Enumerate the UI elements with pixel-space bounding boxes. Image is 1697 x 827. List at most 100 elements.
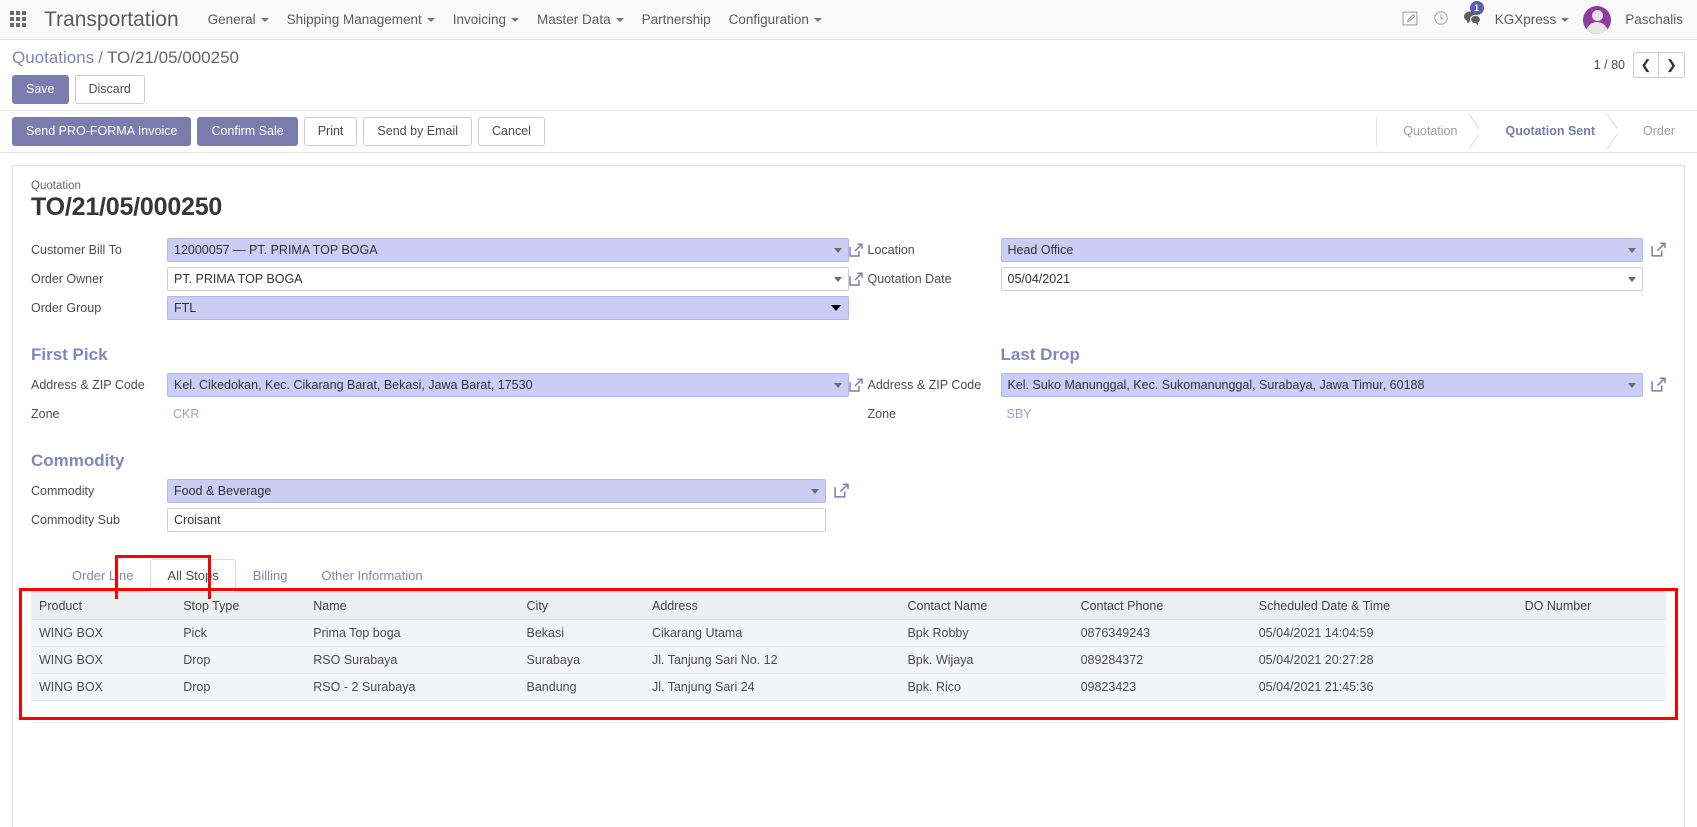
last-drop-section: Last Drop Address & ZIP Code Kel. Suko M… xyxy=(848,325,1667,431)
user-menu[interactable]: Paschalis xyxy=(1625,12,1683,27)
cell-scheduled: 05/04/2021 20:27:28 xyxy=(1250,646,1517,674)
cancel-button[interactable]: Cancel xyxy=(478,116,545,146)
last-drop-address-input[interactable] xyxy=(1000,372,1643,397)
commodity-input[interactable] xyxy=(167,478,826,503)
column-contact-name[interactable]: Contact Name xyxy=(899,591,1073,620)
last-drop-open-record-icon[interactable] xyxy=(1651,377,1666,392)
avatar[interactable] xyxy=(1583,5,1612,34)
print-button[interactable]: Print xyxy=(303,116,358,146)
tab-order-line[interactable]: Order Line xyxy=(55,559,150,592)
location-input[interactable] xyxy=(1000,237,1643,262)
field-first-pick-zone: Zone CKR xyxy=(31,402,849,426)
column-product[interactable]: Product xyxy=(31,591,176,620)
external-link-icon xyxy=(848,243,863,257)
status-quotation[interactable]: Quotation xyxy=(1377,116,1480,146)
record-type-label: Quotation xyxy=(31,179,81,192)
discard-button[interactable]: Discard xyxy=(74,75,145,104)
table-row[interactable]: WING BOX Drop RSO Surabaya Surabaya Jl. … xyxy=(31,646,1666,674)
all-stops-table: Product Stop Type Name City Address Cont… xyxy=(31,591,1666,723)
commodity-sub-input[interactable] xyxy=(167,507,826,532)
status-quotation-sent[interactable]: Quotation Sent xyxy=(1479,116,1618,146)
field-last-drop-zone: Zone SBY xyxy=(849,402,1667,426)
tab-other-information[interactable]: Other Information xyxy=(304,559,439,592)
first-pick-zone-label: Zone xyxy=(31,406,60,421)
clock-icon[interactable] xyxy=(1433,10,1449,29)
main-menu: General Shipping Management Invoicing Ma… xyxy=(199,6,831,33)
column-stop-type[interactable]: Stop Type xyxy=(175,591,306,620)
commodity-title: Commodity xyxy=(31,450,125,470)
last-drop-address-label[interactable]: Address & ZIP Code xyxy=(848,377,1001,392)
send-proforma-invoice-button[interactable]: Send PRO-FORMA Invoice xyxy=(12,116,192,146)
column-name[interactable]: Name xyxy=(305,591,519,620)
commodity-open-record-icon[interactable] xyxy=(833,483,849,498)
menu-label: Master Data xyxy=(537,12,611,27)
tab-all-stops[interactable]: All Stops xyxy=(150,558,236,592)
cell-contact-name: Bpk. Wijaya xyxy=(899,646,1073,674)
table-row[interactable]: WING BOX Drop RSO - 2 Surabaya Bandung J… xyxy=(31,673,1666,701)
control-panel: Quotations / TO/21/05/000250 Save Discard … xyxy=(0,40,1697,111)
breadcrumb-current: TO/21/05/000250 xyxy=(106,48,239,67)
location-open-record-icon[interactable] xyxy=(1651,242,1666,257)
cell-address: Jl. Tanjung Sari No. 12 xyxy=(643,646,900,674)
menu-item-configuration[interactable]: Configuration xyxy=(720,6,831,33)
column-scheduled-date-time[interactable]: Scheduled Date & Time xyxy=(1250,591,1517,620)
cell-stop-type: Drop xyxy=(175,646,306,674)
column-contact-phone[interactable]: Contact Phone xyxy=(1072,591,1251,620)
cell-stop-type: Drop xyxy=(175,673,306,701)
commodity-right-spacer xyxy=(849,431,1667,537)
quotation-date-input[interactable] xyxy=(1000,266,1643,291)
menu-item-partnership[interactable]: Partnership xyxy=(633,6,720,33)
edit-square-icon[interactable] xyxy=(1402,10,1419,30)
app-brand[interactable]: Transportation xyxy=(44,8,179,32)
pager-next-button[interactable]: ❯ xyxy=(1659,52,1685,78)
menu-item-shipping-management[interactable]: Shipping Management xyxy=(278,6,444,33)
record-buttons: Save Discard xyxy=(12,75,1685,104)
menu-label: Shipping Management xyxy=(286,12,422,27)
breadcrumb: Quotations / TO/21/05/000250 xyxy=(12,48,1685,68)
chevron-down-icon xyxy=(615,18,624,23)
quotation-date-label[interactable]: Quotation Date xyxy=(848,272,1001,286)
breadcrumb-quotations[interactable]: Quotations xyxy=(12,48,94,67)
cell-city: Bandung xyxy=(518,673,644,701)
cell-scheduled: 05/04/2021 14:04:59 xyxy=(1250,619,1517,647)
field-quotation-date: Quotation Date xyxy=(848,266,1667,291)
field-location: Location xyxy=(848,237,1667,262)
form-sheet-background: Quotation TO/21/05/000250 Customer Bill … xyxy=(0,152,1697,827)
cell-contact-phone: 089284372 xyxy=(1072,646,1251,674)
menu-item-general[interactable]: General xyxy=(199,6,278,33)
first-pick-address-input[interactable] xyxy=(167,372,849,397)
column-address[interactable]: Address xyxy=(643,591,900,620)
company-switcher[interactable]: KGXpress xyxy=(1495,12,1570,27)
page-title: TO/21/05/000250 xyxy=(31,192,223,221)
pager-previous-button[interactable]: ❮ xyxy=(1633,52,1659,78)
customer-bill-to-input[interactable] xyxy=(167,237,849,262)
cell-product: WING BOX xyxy=(31,619,176,647)
save-button[interactable]: Save xyxy=(12,75,69,104)
order-group-select[interactable] xyxy=(167,295,849,320)
send-by-email-button[interactable]: Send by Email xyxy=(363,116,473,146)
column-do-number[interactable]: DO Number xyxy=(1516,591,1666,620)
record-pager: 1 / 80 ❮ ❯ xyxy=(1594,52,1685,78)
order-owner-input[interactable] xyxy=(167,266,849,291)
apps-grid-icon[interactable] xyxy=(10,10,28,29)
menu-item-invoicing[interactable]: Invoicing xyxy=(444,6,528,33)
location-label-text: Location xyxy=(867,242,915,257)
status-order[interactable]: Order xyxy=(1617,116,1697,146)
last-drop-zone-label: Zone xyxy=(849,407,1001,421)
menu-label: General xyxy=(207,12,256,27)
pick-drop-columns: First Pick Address & ZIP Code Zone CKR L… xyxy=(31,325,1666,431)
pager-count: 1 / 80 xyxy=(1593,58,1625,72)
status-bar: Quotation Quotation Sent Order xyxy=(1376,116,1697,146)
cell-contact-name: Bpk. Rico xyxy=(899,673,1073,701)
tab-billing[interactable]: Billing xyxy=(236,559,305,592)
messages-button[interactable]: 1 xyxy=(1463,1,1484,29)
table-row-empty[interactable] xyxy=(31,700,1666,723)
confirm-sale-button[interactable]: Confirm Sale xyxy=(197,116,298,146)
last-drop-address-label-text: Address & ZIP Code xyxy=(867,377,982,392)
location-label[interactable]: Location xyxy=(848,242,1001,257)
table-row[interactable]: WING BOX Pick Prima Top boga Bekasi Cika… xyxy=(31,619,1666,647)
chevron-down-icon xyxy=(813,18,822,23)
column-city[interactable]: City xyxy=(518,591,644,620)
menu-item-master-data[interactable]: Master Data xyxy=(528,6,633,33)
commodity-label: Commodity xyxy=(31,483,95,498)
